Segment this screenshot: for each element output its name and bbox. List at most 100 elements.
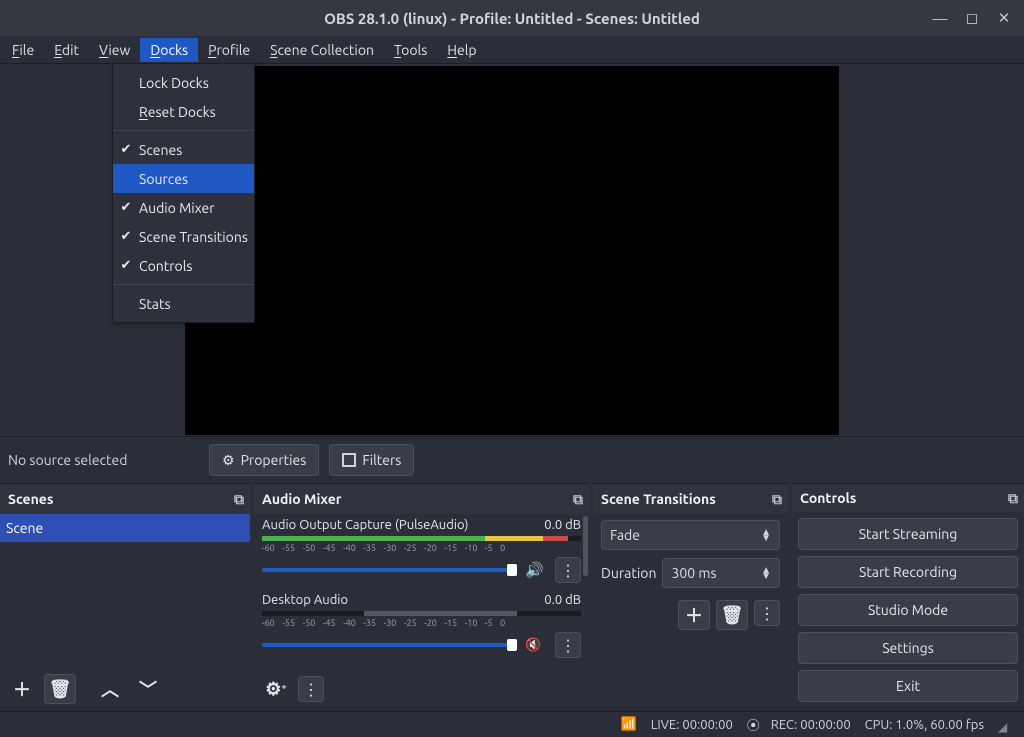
audio-track: Audio Output Capture (PulseAudio) 0.0 dB… — [262, 518, 581, 583]
move-scene-up-button[interactable]: ︿ — [94, 674, 126, 704]
add-scene-button[interactable]: ＋ — [6, 674, 38, 704]
filters-icon — [342, 453, 356, 467]
docks-item-audio-mixer[interactable]: ✔Audio Mixer — [113, 193, 254, 222]
remove-scene-button[interactable]: 🗑 — [44, 674, 76, 704]
menu-file[interactable]: File — [2, 38, 44, 62]
record-icon: ⦿ — [747, 715, 760, 734]
scenes-title: Scenes — [8, 491, 53, 507]
scene-transitions-body: Fade ▲▼ Duration 300 ms ▲▼ ＋ 🗑 ⋮ — [593, 514, 788, 636]
properties-label: Properties — [241, 452, 307, 468]
controls-body: Start Streaming Start Recording Studio M… — [792, 512, 1024, 708]
add-transition-button[interactable]: ＋ — [678, 600, 710, 630]
signal-icon: 📶 — [621, 717, 637, 732]
status-live: LIVE: 00:00:00 — [651, 718, 733, 732]
track-name: Desktop Audio — [262, 593, 348, 607]
exit-button[interactable]: Exit — [798, 670, 1018, 702]
scrollbar[interactable] — [583, 516, 588, 576]
docks-dropdown: Lock Docks Reset Docks ✔Scenes Sources ✔… — [112, 63, 255, 323]
scenes-list[interactable]: Scene — [0, 514, 250, 670]
status-connection: 📶 — [621, 717, 637, 732]
pop-out-icon[interactable]: ⧉ — [1008, 490, 1018, 507]
audio-track: Desktop Audio 0.0 dB -60-55-50-45-40-35-… — [262, 593, 581, 658]
filters-button[interactable]: Filters — [329, 444, 414, 476]
status-cpu: CPU: 1.0%, 60.00 fps — [865, 718, 984, 732]
menu-edit[interactable]: Edit — [44, 38, 89, 62]
volume-slider[interactable] — [262, 568, 517, 572]
check-icon: ✔ — [119, 200, 133, 215]
audio-meter — [262, 611, 581, 616]
filters-label: Filters — [362, 452, 401, 468]
docks-item-sources[interactable]: Sources — [113, 164, 254, 193]
start-streaming-button[interactable]: Start Streaming — [798, 518, 1018, 550]
settings-button[interactable]: Settings — [798, 632, 1018, 664]
updown-icon: ▲▼ — [761, 567, 771, 579]
track-options-button[interactable]: ⋮ — [555, 557, 581, 583]
scene-transitions-header: Scene Transitions ⧉ — [593, 484, 788, 514]
properties-button[interactable]: ⚙ Properties — [209, 444, 319, 476]
separator — [113, 130, 254, 131]
audio-scale: -60-55-50-45-40-35-30-25-20-15-10-50 — [262, 618, 581, 628]
start-recording-button[interactable]: Start Recording — [798, 556, 1018, 588]
speaker-icon[interactable]: 🔊 — [525, 561, 547, 579]
docks-item-stats[interactable]: Stats — [113, 289, 254, 318]
transition-duration-input[interactable]: 300 ms ▲▼ — [662, 558, 780, 588]
track-options-button[interactable]: ⋮ — [555, 632, 581, 658]
track-name: Audio Output Capture (PulseAudio) — [262, 518, 468, 532]
status-bar: 📶 LIVE: 00:00:00 ⦿ REC: 00:00:00 CPU: 1.… — [0, 711, 1024, 737]
scenes-header: Scenes ⧉ — [0, 484, 250, 514]
menu-view[interactable]: View — [89, 38, 140, 62]
resize-grip-icon[interactable]: ◢ — [998, 720, 1012, 734]
audio-scale: -60-55-50-45-40-35-30-25-20-15-10-50 — [262, 543, 581, 553]
speaker-muted-icon[interactable]: 🔇 — [525, 638, 547, 653]
transition-type-select[interactable]: Fade ▲▼ — [601, 520, 780, 550]
pop-out-icon[interactable]: ⧉ — [573, 491, 583, 508]
track-db: 0.0 dB — [544, 593, 581, 607]
transition-options-button[interactable]: ⋮ — [754, 600, 780, 626]
docks-item-reset[interactable]: Reset Docks — [113, 97, 254, 126]
volume-slider[interactable] — [262, 643, 517, 647]
audio-options-button[interactable]: ⋮ — [298, 676, 324, 702]
window-title: OBS 28.1.0 (linux) - Profile: Untitled -… — [324, 10, 700, 27]
scene-list-item[interactable]: Scene — [0, 514, 250, 542]
docks-item-scene-transitions[interactable]: ✔Scene Transitions — [113, 222, 254, 251]
check-icon: ✔ — [119, 142, 133, 157]
check-icon: ✔ — [119, 229, 133, 244]
audio-mixer-panel: Audio Mixer ⧉ Audio Output Capture (Puls… — [254, 483, 589, 708]
scene-transitions-title: Scene Transitions — [601, 491, 716, 507]
scene-transitions-panel: Scene Transitions ⧉ Fade ▲▼ Duration 300… — [593, 483, 788, 708]
check-icon: ✔ — [119, 258, 133, 273]
scenes-footer: ＋ 🗑 ︿ ﹀ — [0, 670, 250, 708]
menu-help[interactable]: Help — [437, 38, 486, 62]
menu-docks[interactable]: Docks — [140, 38, 198, 62]
minimize-icon[interactable]: — — [924, 0, 956, 36]
menu-scene-collection[interactable]: Scene Collection — [260, 38, 384, 62]
preview-toolbar: No source selected ⚙ Properties Filters — [0, 437, 1024, 483]
status-rec: ⦿ REC: 00:00:00 — [747, 715, 851, 734]
dock-panels: Scenes ⧉ Scene ＋ 🗑 ︿ ﹀ Audio Mixer ⧉ Aud… — [0, 483, 1024, 708]
menu-profile[interactable]: Profile — [198, 38, 260, 62]
docks-item-scenes[interactable]: ✔Scenes — [113, 135, 254, 164]
audio-mixer-title: Audio Mixer — [262, 491, 342, 507]
no-source-label: No source selected — [4, 452, 199, 468]
docks-item-controls[interactable]: ✔Controls — [113, 251, 254, 280]
menu-tools[interactable]: Tools — [384, 38, 437, 62]
preview-canvas[interactable] — [185, 66, 839, 435]
remove-transition-button[interactable]: 🗑 — [716, 600, 748, 630]
pop-out-icon[interactable]: ⧉ — [234, 491, 244, 508]
docks-item-lock[interactable]: Lock Docks — [113, 68, 254, 97]
maximize-icon[interactable]: ◻ — [956, 0, 988, 36]
titlebar: OBS 28.1.0 (linux) - Profile: Untitled -… — [0, 0, 1024, 36]
audio-mixer-body: Audio Output Capture (PulseAudio) 0.0 dB… — [254, 514, 589, 670]
studio-mode-button[interactable]: Studio Mode — [798, 594, 1018, 626]
updown-icon: ▲▼ — [761, 529, 771, 541]
scenes-panel: Scenes ⧉ Scene ＋ 🗑 ︿ ﹀ — [0, 483, 250, 708]
audio-settings-button[interactable]: ⚙⁺ — [260, 674, 292, 704]
gear-icon: ⚙ — [222, 452, 235, 469]
pop-out-icon[interactable]: ⧉ — [772, 491, 782, 508]
menu-bar: File Edit View Docks Profile Scene Colle… — [0, 36, 1024, 64]
move-scene-down-button[interactable]: ﹀ — [132, 674, 164, 704]
track-db: 0.0 dB — [544, 518, 581, 532]
close-icon[interactable]: ✕ — [988, 0, 1020, 36]
audio-mixer-footer: ⚙⁺ ⋮ — [254, 670, 589, 708]
audio-mixer-header: Audio Mixer ⧉ — [254, 484, 589, 514]
